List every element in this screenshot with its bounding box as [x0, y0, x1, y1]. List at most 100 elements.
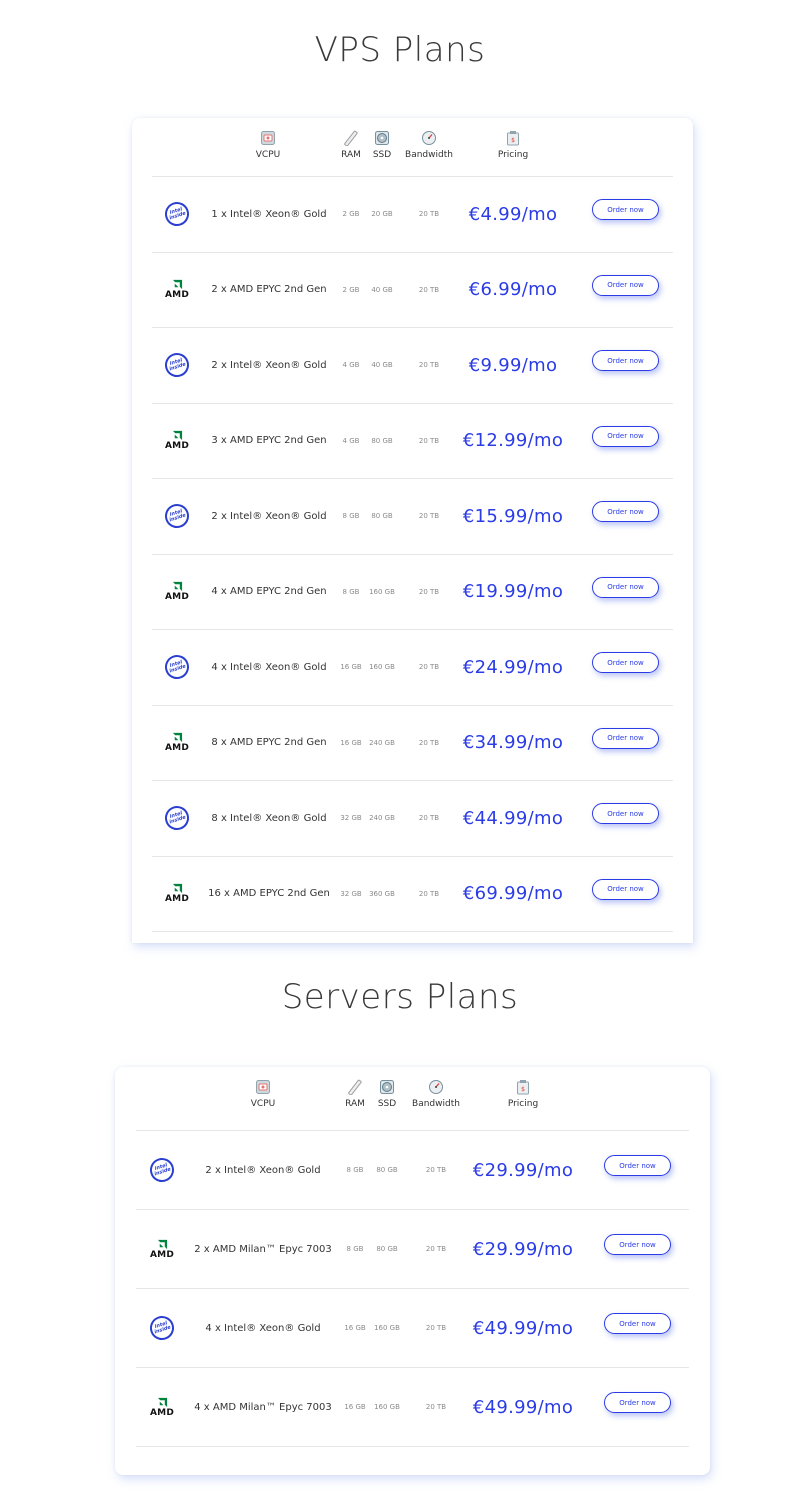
intel-inside-icon: intel inside: [161, 501, 193, 532]
vcpu-header-label: VCPU: [250, 1099, 276, 1109]
plan-row: intel inside 1 x Intel® Xeon® Gold 2 GB 20 …: [132, 177, 693, 252]
price-tag-icon: $: [515, 1079, 531, 1095]
bandwidth-value: 20 TB: [418, 663, 440, 672]
plan-row: intel inside 8 x Intel® Xeon® Gold 32 GB 24…: [132, 781, 693, 856]
price-value: €49.99/mo: [472, 1396, 574, 1418]
order-now-button[interactable]: Order now: [592, 576, 659, 598]
ssd-value: 160 GB: [369, 587, 395, 596]
intel-logo: intel inside: [161, 781, 193, 856]
pricing-header-label: Pricing: [507, 1099, 539, 1109]
vps-plans-title: VPS Plans: [314, 30, 486, 70]
intel-logo: intel inside: [146, 1289, 178, 1367]
cpu-spec: 4 x Intel® Xeon® Gold: [205, 1322, 321, 1334]
order-now-button[interactable]: Order now: [604, 1313, 671, 1334]
intel-inside-icon: intel inside: [146, 1154, 178, 1186]
price-value: €12.99/mo: [462, 430, 564, 452]
speedometer-icon: [428, 1079, 444, 1095]
amd-text: AMD: [165, 894, 189, 905]
amd-logo: AMD: [161, 857, 193, 932]
price-value: €49.99/mo: [472, 1317, 574, 1339]
ssd-disk-icon: [379, 1079, 395, 1095]
intel-logo: intel inside: [161, 177, 193, 252]
ssd-value: 240 GB: [369, 814, 395, 823]
price-value: €44.99/mo: [462, 807, 564, 829]
ssd-value: 40 GB: [371, 285, 393, 294]
cpu-spec: 8 x Intel® Xeon® Gold: [211, 812, 327, 824]
vcpu-header-label: VCPU: [255, 150, 281, 160]
bandwidth-value: 20 TB: [425, 1245, 447, 1253]
price-value: €19.99/mo: [462, 581, 564, 603]
ssd-value: 240 GB: [369, 738, 395, 747]
order-now-button[interactable]: Order now: [592, 727, 659, 749]
amd-text: AMD: [165, 290, 189, 301]
order-now-button[interactable]: Order now: [592, 803, 659, 825]
plan-row: intel inside 2 x Intel® Xeon® Gold 8 GB 80 …: [132, 479, 693, 554]
divider: [152, 931, 673, 932]
cpu-spec: 4 x AMD EPYC 2nd Gen: [211, 586, 327, 598]
bandwidth-value: 20 TB: [425, 1166, 447, 1174]
ssd-value: 80 GB: [376, 1245, 398, 1253]
plan-row: AMD 16 x AMD EPYC 2nd Gen 32 GB 360 GB 20 TB…: [132, 857, 693, 932]
table-header: VCPU RAM SSD Bandwidth $ Pricing: [132, 118, 693, 176]
plan-row: AMD 4 x AMD EPYC 2nd Gen 8 GB 160 GB 20 TB €1…: [132, 555, 693, 630]
intel-logo: intel inside: [161, 479, 193, 554]
bandwidth-value: 20 TB: [418, 587, 440, 596]
intel-inside-icon: intel inside: [161, 652, 193, 683]
intel-inside-icon: intel inside: [161, 350, 193, 381]
bandwidth-header: Bandwidth: [406, 1079, 466, 1109]
svg-text:$: $: [521, 1086, 525, 1093]
price-value: €34.99/mo: [462, 732, 564, 754]
price-value: €4.99/mo: [468, 203, 558, 225]
bandwidth-value: 20 TB: [418, 814, 440, 823]
amd-text: AMD: [150, 1249, 174, 1260]
order-now-button[interactable]: Order now: [592, 350, 659, 372]
ram-value: 8 GB: [346, 1245, 364, 1253]
ram-value: 16 GB: [344, 1403, 366, 1411]
order-now-button[interactable]: Order now: [592, 878, 659, 900]
bandwidth-value: 20 TB: [418, 285, 440, 294]
svg-text:$: $: [511, 137, 515, 144]
amd-logo: AMD: [161, 706, 193, 781]
ssd-value: 40 GB: [371, 361, 393, 370]
cpu-spec: 4 x Intel® Xeon® Gold: [211, 661, 327, 673]
order-now-button[interactable]: Order now: [592, 425, 659, 447]
ssd-disk-icon: [374, 130, 390, 146]
amd-logo: AMD: [146, 1368, 178, 1446]
price-value: €69.99/mo: [462, 883, 564, 905]
bandwidth-value: 20 TB: [418, 210, 440, 219]
order-now-button[interactable]: Order now: [604, 1234, 671, 1255]
order-now-button[interactable]: Order now: [592, 652, 659, 674]
order-now-button[interactable]: Order now: [592, 274, 659, 296]
pricing-header: $ Pricing: [493, 1079, 553, 1109]
amd-text: AMD: [165, 743, 189, 754]
order-now-button[interactable]: Order now: [604, 1155, 671, 1176]
pricing-header: $ Pricing: [483, 130, 543, 160]
intel-logo: intel inside: [161, 630, 193, 705]
amd-text: AMD: [165, 441, 189, 452]
table-header: VCPU RAM SSD Bandwidth $ Pricing: [115, 1067, 710, 1125]
plan-row: intel inside 4 x Intel® Xeon® Gold 16 GB 16…: [115, 1289, 710, 1367]
amd-logo-icon: AMD: [150, 1239, 174, 1260]
ssd-value: 80 GB: [371, 436, 393, 445]
cpu-spec: 2 x AMD EPYC 2nd Gen: [211, 284, 327, 296]
amd-logo-icon: AMD: [165, 581, 189, 602]
cpu-spec: 8 x AMD EPYC 2nd Gen: [211, 737, 327, 749]
cpu-spec: 1 x Intel® Xeon® Gold: [211, 208, 327, 220]
cpu-spec: 2 x Intel® Xeon® Gold: [205, 1164, 321, 1176]
price-value: €15.99/mo: [462, 505, 564, 527]
order-now-button[interactable]: Order now: [604, 1392, 671, 1413]
order-now-button[interactable]: Order now: [592, 199, 659, 221]
bandwidth-header: Bandwidth: [399, 130, 459, 160]
cpu-spec: 4 x AMD Milan™ Epyc 7003: [194, 1401, 332, 1413]
pricing-header-label: Pricing: [497, 150, 529, 160]
plan-row: intel inside 2 x Intel® Xeon® Gold 8 GB 80 …: [115, 1131, 710, 1209]
plan-row: AMD 2 x AMD EPYC 2nd Gen 2 GB 40 GB 20 TB €6.…: [132, 253, 693, 328]
price-value: €9.99/mo: [468, 354, 558, 376]
ssd-value: 160 GB: [374, 1324, 400, 1332]
intel-inside-icon: intel inside: [161, 803, 193, 834]
servers-plans-title: Servers Plans: [281, 977, 519, 1017]
vps-plans-table: VCPU RAM SSD Bandwidth $ Pricing intel inside 1…: [132, 118, 693, 943]
order-now-button[interactable]: Order now: [592, 501, 659, 523]
plan-row: AMD 8 x AMD EPYC 2nd Gen 16 GB 240 GB 20 TB €…: [132, 706, 693, 781]
plan-row: intel inside 4 x Intel® Xeon® Gold 16 GB 16…: [132, 630, 693, 705]
